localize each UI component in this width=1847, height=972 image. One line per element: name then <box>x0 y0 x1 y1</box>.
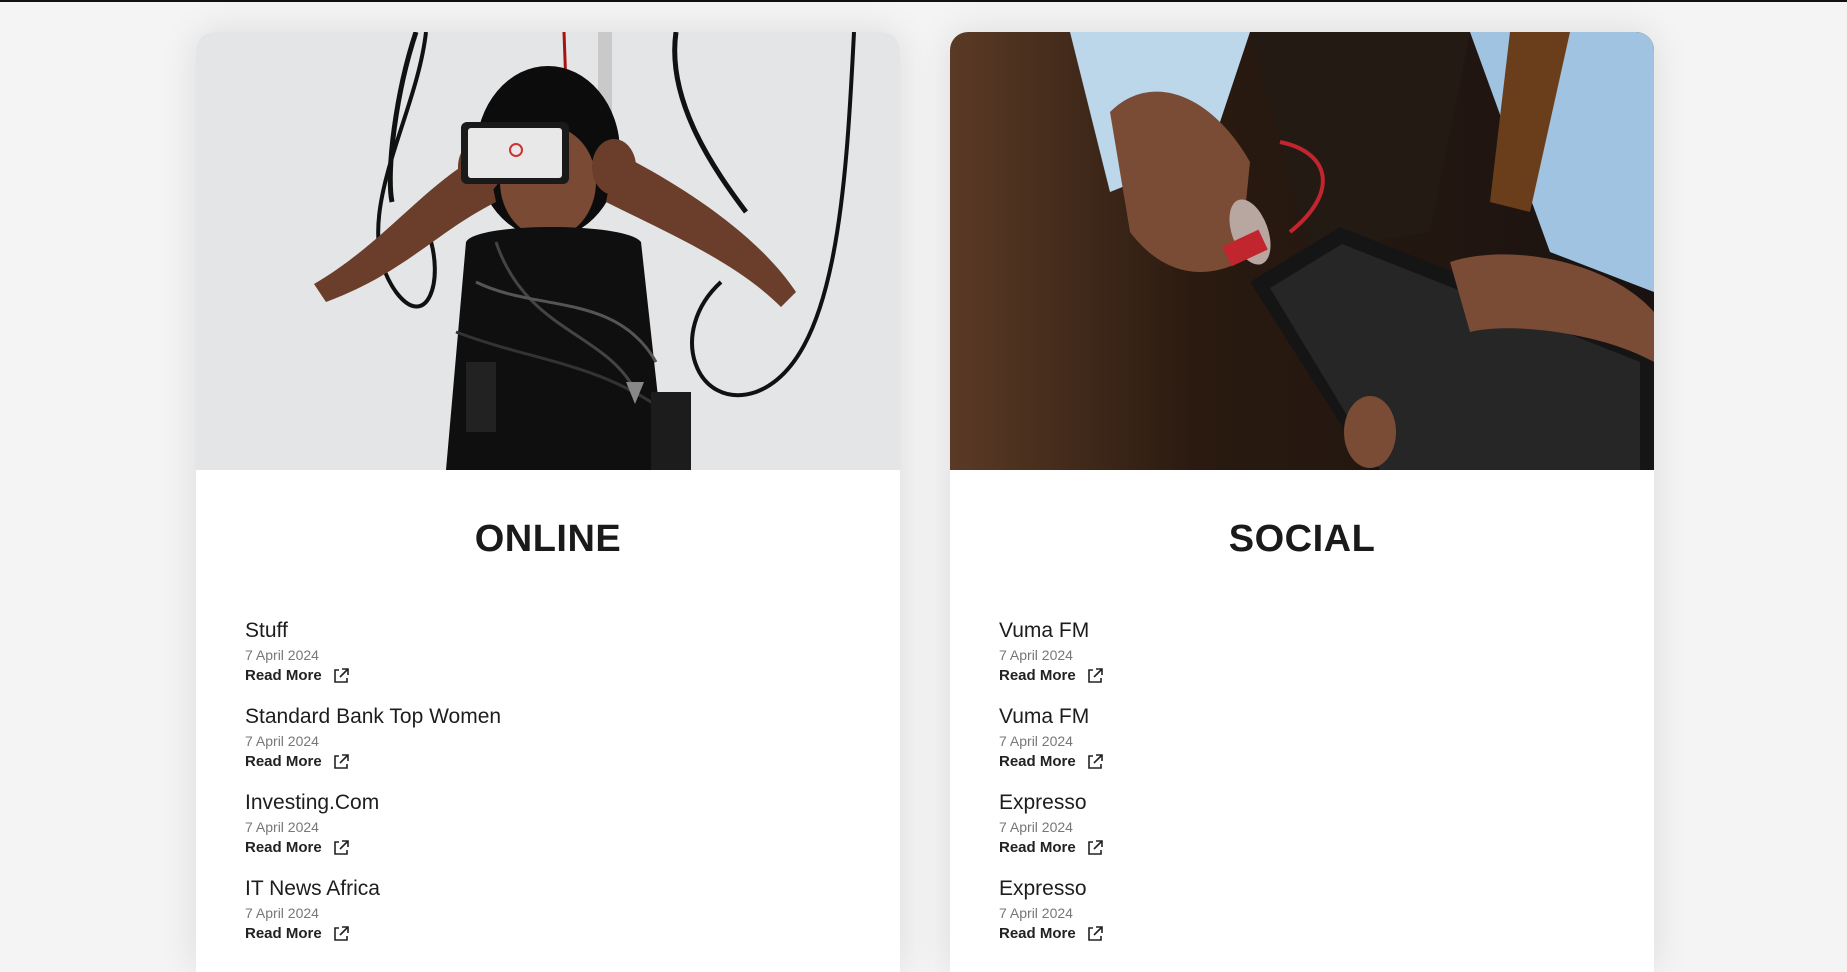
external-link-icon <box>333 754 349 769</box>
external-link-icon <box>1087 754 1103 769</box>
read-more-link[interactable]: Read More <box>245 837 350 859</box>
read-more-link[interactable]: Read More <box>999 837 1104 859</box>
social-card-title: SOCIAL <box>1228 518 1376 560</box>
online-card-image <box>196 32 900 470</box>
article-date: 7 April 2024 <box>999 905 1073 921</box>
top-divider <box>0 0 1847 2</box>
external-link-icon <box>333 926 349 941</box>
list-item: Expresso 7 April 2024 Read More <box>999 876 1614 962</box>
article-title: Vuma FM <box>999 705 1090 728</box>
read-more-link[interactable]: Read More <box>999 751 1104 773</box>
read-more-label: Read More <box>999 839 1076 856</box>
list-item: Vuma FM 7 April 2024 Read More <box>999 704 1614 790</box>
list-item: IT News Africa 7 April 2024 Read More <box>245 876 860 962</box>
read-more-link[interactable]: Read More <box>999 923 1104 945</box>
online-article-list: Stuff 7 April 2024 Read More Standard Ba… <box>245 618 860 962</box>
list-item: Stuff 7 April 2024 Read More <box>245 618 860 704</box>
external-link-icon <box>1087 668 1103 683</box>
article-title: Vuma FM <box>999 619 1090 642</box>
read-more-label: Read More <box>245 925 322 942</box>
read-more-label: Read More <box>245 753 322 770</box>
article-title: Standard Bank Top Women <box>245 705 502 728</box>
external-link-icon <box>1087 926 1103 941</box>
article-title: Expresso <box>999 791 1087 814</box>
external-link-icon <box>333 668 349 683</box>
article-date: 7 April 2024 <box>999 819 1073 835</box>
online-card-title: ONLINE <box>474 518 622 560</box>
article-title: Expresso <box>999 877 1087 900</box>
social-card: SOCIAL Vuma FM 7 April 2024 Read More Vu… <box>950 32 1654 972</box>
list-item: Investing.Com 7 April 2024 Read More <box>245 790 860 876</box>
read-more-label: Read More <box>245 667 322 684</box>
article-date: 7 April 2024 <box>999 733 1073 749</box>
list-item: Vuma FM 7 April 2024 Read More <box>999 618 1614 704</box>
article-date: 7 April 2024 <box>245 905 319 921</box>
read-more-link[interactable]: Read More <box>245 923 350 945</box>
read-more-link[interactable]: Read More <box>245 665 350 687</box>
read-more-link[interactable]: Read More <box>999 665 1104 687</box>
article-title: Stuff <box>245 619 288 642</box>
read-more-label: Read More <box>999 925 1076 942</box>
social-article-list: Vuma FM 7 April 2024 Read More Vuma FM 7… <box>999 618 1614 962</box>
article-date: 7 April 2024 <box>999 647 1073 663</box>
read-more-link[interactable]: Read More <box>245 751 350 773</box>
article-date: 7 April 2024 <box>245 733 319 749</box>
online-card: ONLINE Stuff 7 April 2024 Read More Stan… <box>196 32 900 972</box>
article-title: Investing.Com <box>245 791 380 814</box>
read-more-label: Read More <box>999 667 1076 684</box>
article-date: 7 April 2024 <box>245 819 319 835</box>
read-more-label: Read More <box>245 839 322 856</box>
list-item: Expresso 7 April 2024 Read More <box>999 790 1614 876</box>
external-link-icon <box>1087 840 1103 855</box>
list-item: Standard Bank Top Women 7 April 2024 Rea… <box>245 704 860 790</box>
article-date: 7 April 2024 <box>245 647 319 663</box>
read-more-label: Read More <box>999 753 1076 770</box>
external-link-icon <box>333 840 349 855</box>
social-card-image <box>950 32 1654 470</box>
article-title: IT News Africa <box>245 877 380 900</box>
